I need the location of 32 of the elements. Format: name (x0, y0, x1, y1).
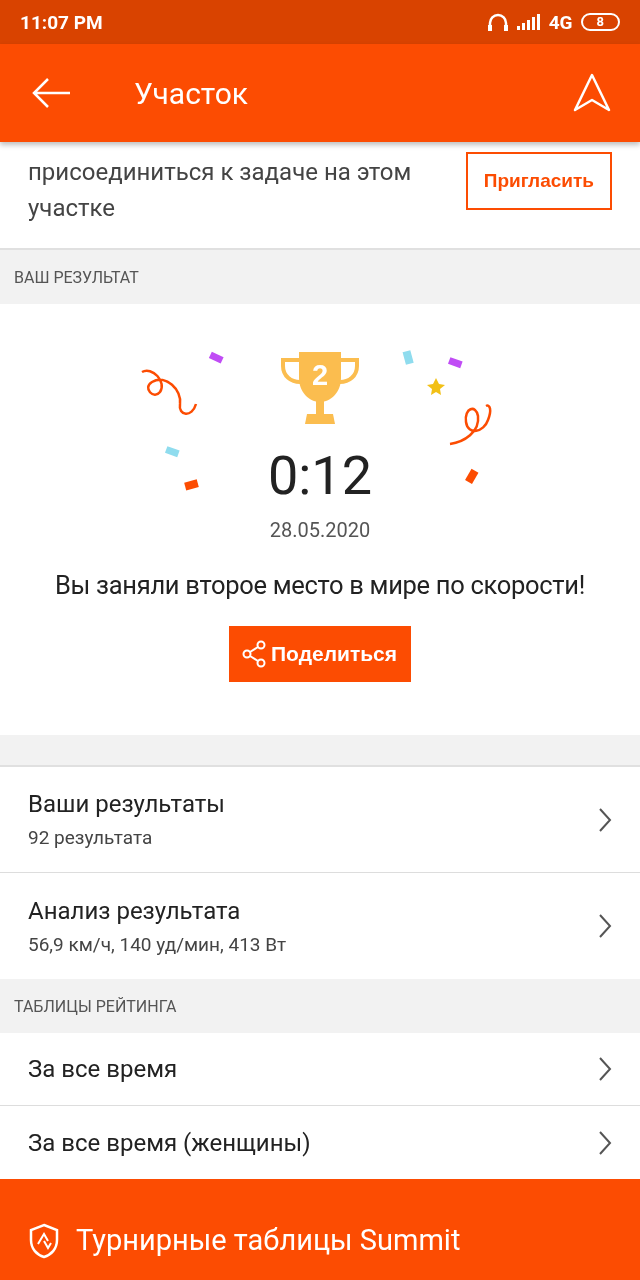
result-message: Вы заняли второе место в мире по скорости! (55, 570, 585, 600)
rank-number: 2 (310, 358, 330, 392)
chevron-right-icon (598, 913, 612, 939)
list-row[interactable]: За все время (женщины) (0, 1106, 640, 1179)
list-row[interactable]: Ваши результаты 92 результата (0, 767, 640, 873)
list-row[interactable]: Анализ результата 56,9 км/ч, 140 уд/мин, 413 Вт (0, 873, 640, 979)
row-subtitle: 92 результата (28, 826, 154, 849)
row-subtitle: 56,9 км/ч, 140 уд/мин, 413 Вт (28, 932, 288, 956)
invite-text: присоединиться к задаче на этом участке (28, 157, 413, 224)
section-header: ВАШ РЕЗУЛЬТАТ (14, 267, 139, 287)
signal-icon (516, 14, 541, 30)
share-icon (241, 640, 267, 668)
back-arrow-icon (32, 77, 72, 109)
chevron-right-icon (598, 1129, 612, 1156)
chevron-right-icon (598, 1056, 612, 1082)
network-type: 4G (548, 10, 573, 34)
navigation-arrow-icon (572, 73, 612, 113)
status-time: 11:07 PM (20, 10, 103, 34)
headphones-icon (486, 12, 509, 32)
chevron-right-icon (598, 806, 612, 833)
section-header: ТАБЛИЦЫ РЕЙТИНГА (14, 996, 177, 1016)
row-title: За все время (женщины) (28, 1128, 312, 1157)
list-row[interactable]: За все время (0, 1033, 640, 1106)
row-title: Анализ результата (28, 896, 242, 925)
shield-icon (28, 1223, 60, 1259)
result-date: 28.05.2020 (269, 518, 371, 542)
screen-title: Участок (134, 75, 249, 111)
row-title: Ваши результаты (28, 790, 226, 818)
battery-level: 8 (580, 13, 620, 31)
trophy-icon (279, 350, 361, 426)
row-title: За все время (28, 1055, 179, 1083)
result-time: 0:12 (267, 444, 373, 508)
